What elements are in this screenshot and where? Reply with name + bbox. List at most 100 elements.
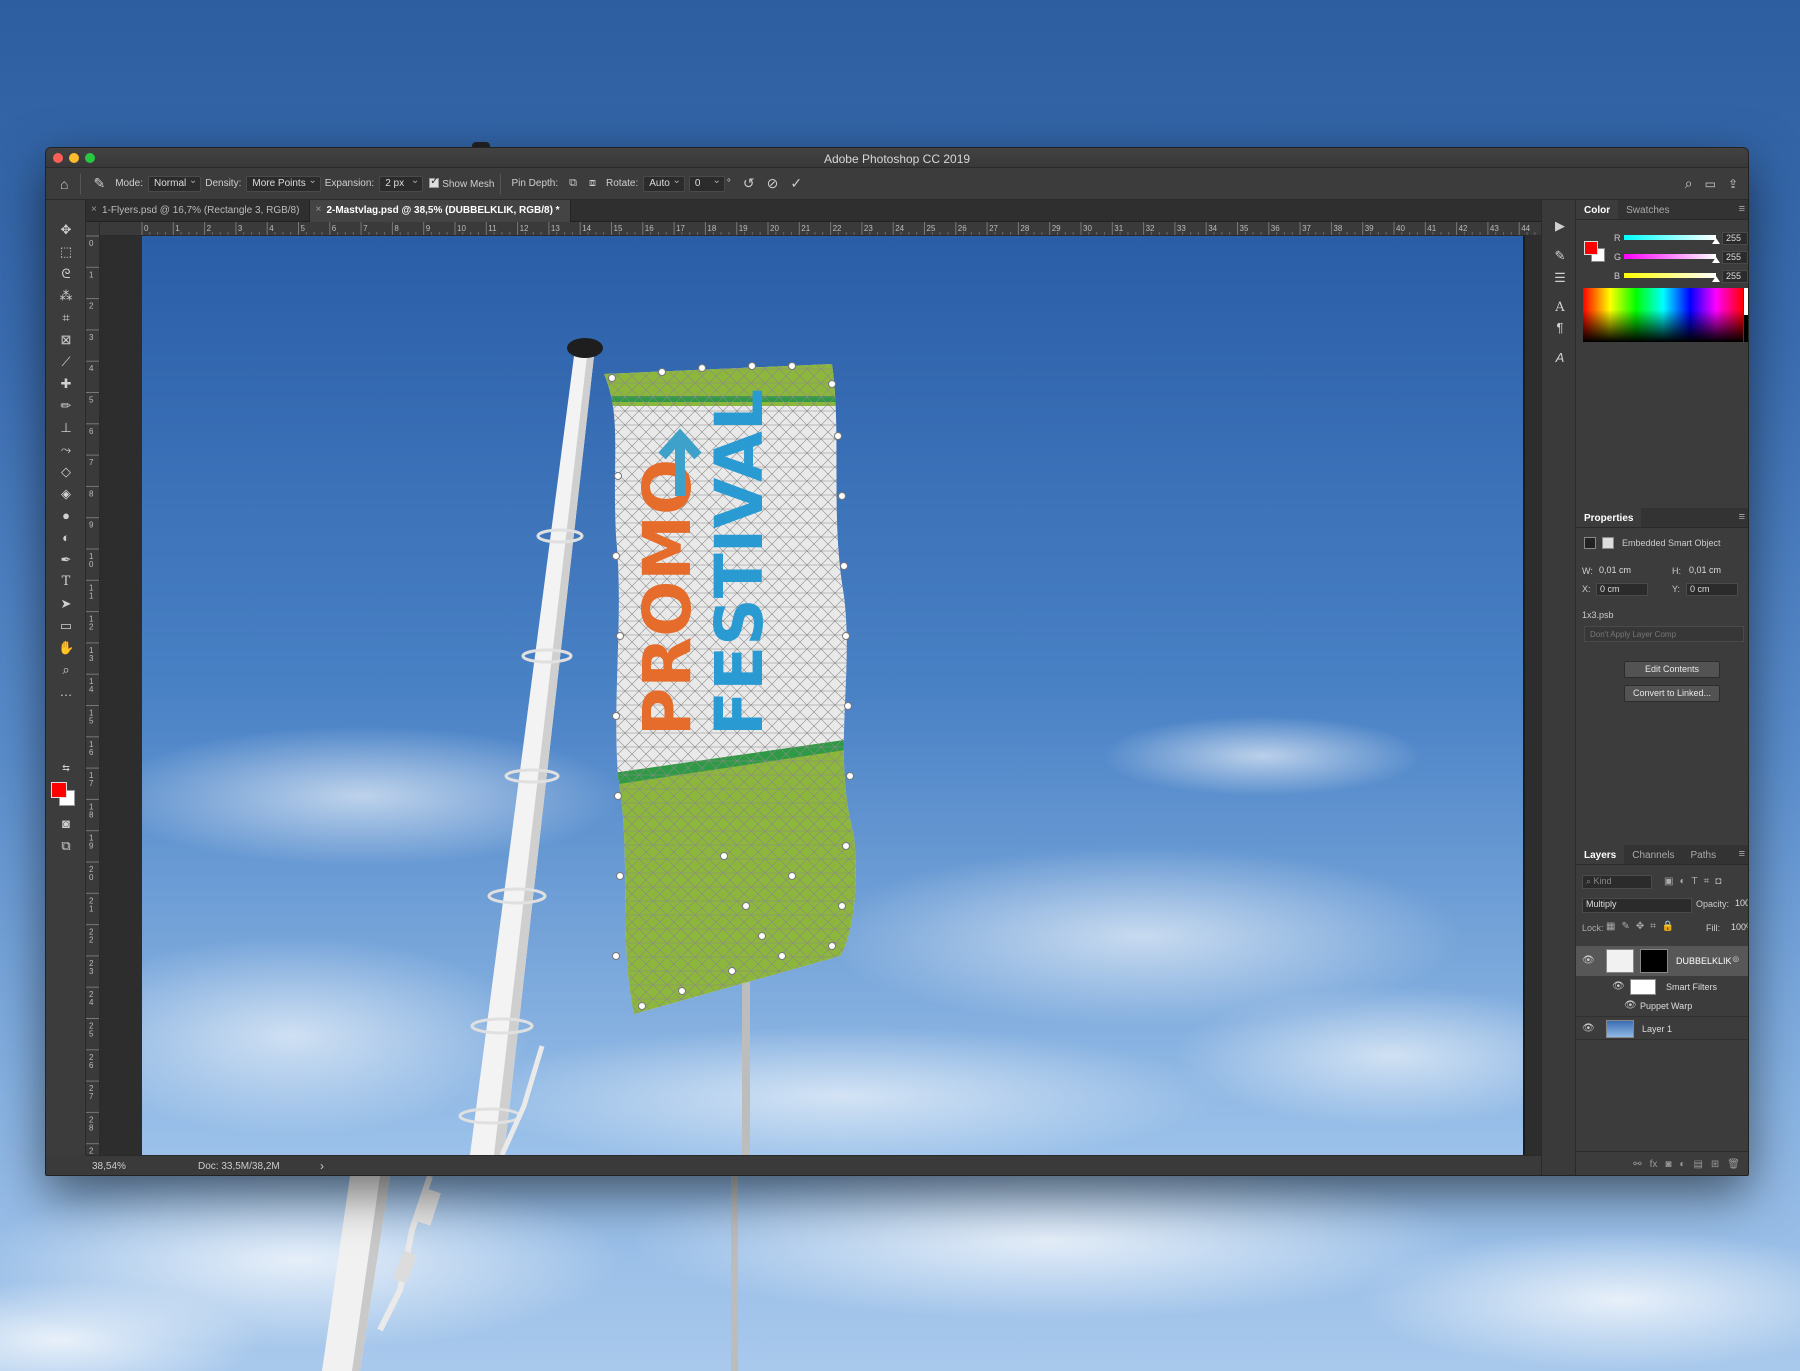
- slider-thumb[interactable]: [1712, 276, 1720, 282]
- visibility-eye-icon[interactable]: 👁: [1612, 981, 1625, 992]
- character-icon[interactable]: A: [1552, 300, 1568, 316]
- layer-kind-filter[interactable]: ⌕ Kind: [1582, 875, 1652, 889]
- expansion-input[interactable]: 2 px: [379, 175, 424, 192]
- channel-value[interactable]: 255: [1722, 270, 1748, 283]
- close-tab-icon[interactable]: ×: [315, 204, 321, 215]
- rectangle-tool-icon[interactable]: ▭: [58, 618, 74, 634]
- panel-menu-icon[interactable]: ≡: [1739, 203, 1745, 215]
- visibility-eye-icon[interactable]: 👁: [1582, 1023, 1595, 1034]
- quick-mask-icon[interactable]: ◙: [58, 816, 74, 832]
- paragraph-icon[interactable]: ¶: [1552, 320, 1568, 336]
- eraser-tool-icon[interactable]: ◇: [58, 464, 74, 480]
- y-field[interactable]: 0 cm: [1686, 583, 1738, 596]
- tab-color[interactable]: Color: [1576, 200, 1619, 219]
- layer-row-dubbelklik[interactable]: 👁 DUBBELKLIK ⊚: [1576, 946, 1748, 976]
- hand-tool-icon[interactable]: ✋: [58, 640, 74, 656]
- history-brush-tool-icon[interactable]: ⤳: [58, 442, 74, 458]
- add-mask-icon[interactable]: ◙: [1665, 1159, 1671, 1170]
- panel-menu-icon[interactable]: ≡: [1739, 848, 1745, 860]
- red-slider[interactable]: R 255: [1614, 232, 1748, 246]
- layer-mask-thumbnail[interactable]: [1640, 949, 1668, 973]
- chevron-right-icon[interactable]: ›: [320, 1159, 324, 1173]
- swap-colors-icon[interactable]: ⇆: [58, 760, 74, 776]
- tab-flyers[interactable]: × 1-Flyers.psd @ 16,7% (Rectangle 3, RGB…: [86, 200, 311, 222]
- magic-wand-tool-icon[interactable]: ⁂: [58, 288, 74, 304]
- mask-icon[interactable]: [1602, 537, 1614, 549]
- rotate-angle-input[interactable]: 0: [688, 175, 725, 192]
- layer-name[interactable]: Layer 1: [1642, 1024, 1672, 1034]
- canvas-area[interactable]: PROMO FESTIVAL: [100, 236, 1541, 1155]
- width-field[interactable]: 0,01 cm: [1596, 565, 1648, 578]
- layer-name[interactable]: Smart Filters: [1666, 982, 1717, 992]
- brush-settings-icon[interactable]: ✎: [1552, 248, 1568, 264]
- edit-contents-button[interactable]: Edit Contents: [1624, 661, 1720, 678]
- layer-name[interactable]: DUBBELKLIK: [1676, 956, 1732, 966]
- layer-row-puppet-warp[interactable]: 👁 Puppet Warp: [1576, 997, 1748, 1015]
- slider-thumb[interactable]: [1712, 257, 1720, 263]
- undo-icon[interactable]: ↺: [743, 175, 755, 192]
- cancel-icon[interactable]: ⊘: [767, 175, 779, 192]
- layer-filter-icons[interactable]: ▣◐T⌗◘: [1664, 876, 1727, 887]
- fx-icon[interactable]: fx: [1650, 1159, 1658, 1170]
- slider-track[interactable]: [1624, 235, 1716, 240]
- search-icon[interactable]: ⌕: [1685, 175, 1693, 192]
- layer-row-layer-1[interactable]: 👁 Layer 1: [1576, 1016, 1748, 1040]
- new-group-icon[interactable]: ▤: [1693, 1159, 1702, 1170]
- color-foreground-swatch[interactable]: [1584, 241, 1598, 255]
- height-field[interactable]: 0,01 cm: [1686, 565, 1738, 578]
- tab-swatches[interactable]: Swatches: [1618, 200, 1677, 219]
- lock-icons[interactable]: ▦✎✥⌗🔒: [1606, 921, 1680, 932]
- slider-track[interactable]: [1624, 254, 1716, 259]
- rotate-select[interactable]: Auto: [643, 175, 685, 192]
- blue-slider[interactable]: B 255: [1614, 270, 1748, 284]
- opacity-field[interactable]: 100%: [1732, 898, 1748, 913]
- filter-mask-thumbnail[interactable]: [1630, 979, 1656, 995]
- new-layer-icon[interactable]: ⊞: [1711, 1159, 1719, 1170]
- pen-tool-icon[interactable]: ✒: [58, 552, 74, 568]
- show-mesh-checkbox[interactable]: Show Mesh: [429, 176, 494, 190]
- tab-layers[interactable]: Layers: [1576, 845, 1625, 864]
- zoom-level[interactable]: 38,54%: [92, 1161, 126, 1172]
- visibility-eye-icon[interactable]: 👁: [1582, 955, 1595, 966]
- type-tool-icon[interactable]: T: [58, 574, 74, 590]
- paint-bucket-tool-icon[interactable]: ◈: [58, 486, 74, 502]
- panel-menu-icon[interactable]: ≡: [1739, 511, 1745, 523]
- clone-stamp-tool-icon[interactable]: ⊥: [58, 420, 74, 436]
- slider-thumb[interactable]: [1712, 238, 1720, 244]
- crop-tool-icon[interactable]: ⌗: [58, 310, 74, 326]
- play-actions-icon[interactable]: ▶: [1552, 218, 1568, 234]
- tab-mastvlag[interactable]: × 2-Mastvlag.psd @ 38,5% (DUBBELKLIK, RG…: [310, 200, 571, 222]
- color-spectrum[interactable]: [1583, 288, 1743, 342]
- black-white-ramp[interactable]: [1744, 288, 1748, 342]
- green-slider[interactable]: G 255: [1614, 251, 1748, 265]
- tab-channels[interactable]: Channels: [1624, 845, 1682, 864]
- filter-effects-icon[interactable]: ⊚: [1732, 954, 1740, 965]
- path-selection-tool-icon[interactable]: ➤: [58, 596, 74, 612]
- tab-properties[interactable]: Properties: [1576, 508, 1642, 527]
- channel-value[interactable]: 255: [1722, 232, 1748, 245]
- visibility-eye-icon[interactable]: 👁: [1624, 1000, 1637, 1011]
- slider-track[interactable]: [1624, 273, 1716, 278]
- home-icon[interactable]: ⌂: [60, 176, 68, 192]
- dodge-tool-icon[interactable]: ◐: [58, 530, 74, 546]
- glyphs-icon[interactable]: A: [1552, 350, 1568, 366]
- close-tab-icon[interactable]: ×: [91, 204, 97, 215]
- channel-value[interactable]: 255: [1722, 251, 1748, 264]
- link-icon[interactable]: ⚯: [1633, 1159, 1641, 1170]
- layer-row-smart-filters[interactable]: 👁 Smart Filters: [1576, 977, 1748, 997]
- document-canvas[interactable]: PROMO FESTIVAL: [142, 236, 1525, 1155]
- adjustment-layer-icon[interactable]: ◐: [1679, 1159, 1685, 1170]
- lasso-tool-icon[interactable]: ᘓ: [58, 266, 74, 282]
- mode-select[interactable]: Normal: [148, 175, 202, 192]
- fill-field[interactable]: 100%: [1728, 922, 1748, 935]
- frame-tool-icon[interactable]: ⊠: [58, 332, 74, 348]
- screen-mode-icon[interactable]: ⧉: [58, 838, 74, 854]
- zoom-tool-icon[interactable]: ⌕: [58, 662, 74, 678]
- blend-mode-select[interactable]: Multiply: [1582, 898, 1692, 913]
- x-field[interactable]: 0 cm: [1596, 583, 1648, 596]
- workspace-icon[interactable]: ▭: [1705, 177, 1716, 191]
- more-tools-icon[interactable]: …: [58, 684, 74, 700]
- brush-tool-icon[interactable]: ✏: [58, 398, 74, 414]
- trash-icon[interactable]: 🗑: [1727, 1159, 1740, 1170]
- move-tool-icon[interactable]: ✥: [58, 222, 74, 238]
